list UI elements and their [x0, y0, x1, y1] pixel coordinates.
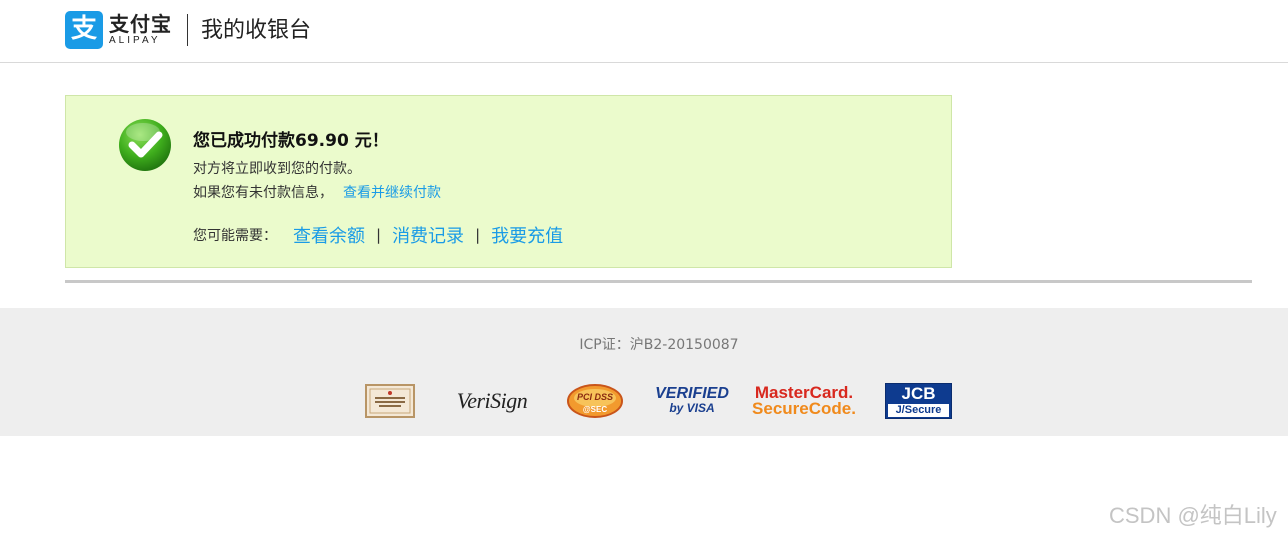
jcb-line-1: JCB — [901, 384, 936, 403]
view-balance-link[interactable]: 查看余额 — [293, 222, 365, 248]
vbv-line-1: VERIFIED — [655, 385, 729, 402]
jcb-badge: JCB J/Secure — [885, 383, 952, 419]
success-message: 对方将立即收到您的付款。 — [193, 161, 361, 177]
verified-by-visa-logo[interactable]: VERIFIED by VISA — [655, 383, 729, 419]
success-check-icon — [119, 119, 171, 171]
header-divider — [187, 14, 188, 46]
unpaid-info-text: 如果您有未付款信息， — [193, 185, 333, 201]
separator: | — [376, 226, 382, 244]
alipay-logo[interactable]: 支 支付宝 ALIPAY — [65, 11, 172, 49]
alipay-logo-glyph: 支 — [70, 14, 97, 44]
verisign-logo[interactable]: VeriSign — [452, 383, 532, 419]
suggested-actions: 您可能需要： 查看余额 | 消费记录 | 我要充值 — [193, 222, 563, 248]
footer: ICP证：沪B2-20150087 VeriSign PCI DSS @SEC … — [0, 308, 1288, 436]
vbv-line-2: by VISA — [669, 401, 715, 415]
certificate-icon — [365, 384, 415, 418]
header: 支 支付宝 ALIPAY 我的收银台 — [0, 0, 1288, 63]
page-title: 我的收银台 — [201, 18, 312, 43]
jcb-jsecure-logo[interactable]: JCB J/Secure — [885, 383, 952, 419]
mastercard-securecode-logo[interactable]: MasterCard. SecureCode. — [752, 383, 856, 419]
payment-success-panel: 您已成功付款69.90 元！ 对方将立即收到您的付款。 如果您有未付款信息， 查看… — [65, 95, 952, 268]
pci-dss-sub-text: @SEC — [583, 405, 607, 414]
content-divider — [65, 280, 1252, 283]
logo-en-text: ALIPAY — [109, 35, 161, 46]
success-title: 您已成功付款69.90 元！ — [193, 131, 389, 151]
top-up-link[interactable]: 我要充值 — [491, 222, 563, 248]
icp-license: ICP证：沪B2-20150087 — [579, 337, 739, 353]
suggested-actions-label: 您可能需要： — [193, 228, 277, 244]
spending-records-link[interactable]: 消费记录 — [392, 222, 464, 248]
verified-by-visa-text: VERIFIED by VISA — [655, 385, 729, 416]
csdn-watermark: CSDN @纯白Lily — [1109, 503, 1277, 528]
view-and-continue-pay-link[interactable]: 查看并继续付款 — [343, 185, 441, 201]
separator: | — [475, 226, 481, 244]
alipay-logo-icon: 支 — [65, 11, 103, 49]
unpaid-info-row: 如果您有未付款信息， 查看并继续付款 — [193, 184, 441, 202]
mc-line-2: SecureCode. — [752, 399, 856, 418]
alipay-logo-text: 支付宝 ALIPAY — [109, 13, 172, 47]
jcb-line-2: J/Secure — [888, 404, 949, 417]
verisign-logo-text: VeriSign — [456, 388, 528, 413]
pci-dss-logo[interactable]: PCI DSS @SEC — [566, 383, 624, 419]
license-certificate-icon[interactable] — [365, 383, 415, 419]
mastercard-securecode-text: MasterCard. SecureCode. — [752, 384, 856, 418]
pci-dss-text: PCI DSS — [577, 392, 613, 402]
pci-dss-icon: PCI DSS @SEC — [567, 384, 623, 418]
logo-cn-text: 支付宝 — [109, 12, 172, 36]
